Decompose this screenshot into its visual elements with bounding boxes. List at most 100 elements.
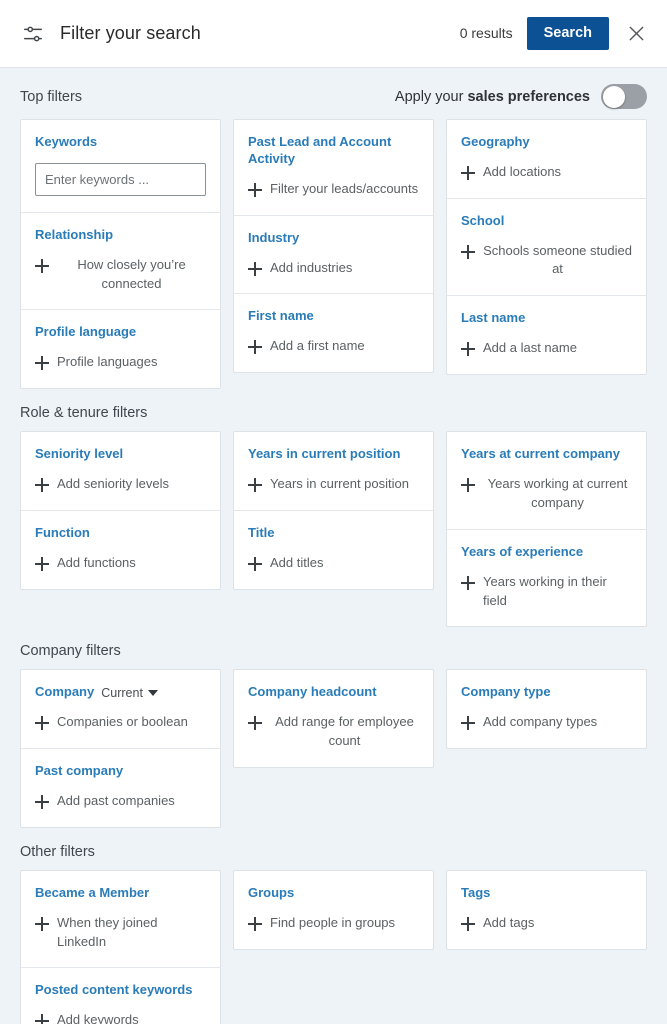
add-filter-row-past-company[interactable]: Add past companies <box>35 792 206 811</box>
filter-search-panel: Filter your search 0 results Search Top … <box>0 0 667 1024</box>
filter-column: Geography Add locations School Schools some… <box>446 119 647 376</box>
add-filter-row-title[interactable]: Add titles <box>248 554 419 573</box>
add-filter-row-posted-content-keywords[interactable]: Add keywords <box>35 1011 206 1024</box>
filter-card-title-years-of-experience[interactable]: Years of experience <box>461 544 632 561</box>
add-filter-label: Add keywords <box>57 1012 139 1024</box>
header-right-group: 0 results Search <box>459 16 649 51</box>
filter-card-title-profile-language[interactable]: Profile language <box>35 324 206 341</box>
plus-icon <box>35 258 49 273</box>
filter-card-title-geography[interactable]: Geography <box>461 134 632 151</box>
filter-card-title-years-at-current-company[interactable]: Years at current company <box>461 446 632 463</box>
filter-card-school: School Schools someone studied at <box>447 199 646 297</box>
plus-icon <box>35 716 49 731</box>
filter-card-title-past-lead-and-account-activity[interactable]: Past Lead and Account Activity <box>248 134 419 168</box>
add-filter-label: Find people in groups <box>270 914 396 930</box>
filter-card-title-function[interactable]: Function <box>35 525 206 542</box>
sales-preferences-label-bold: sales preferences <box>467 88 590 105</box>
add-filter-row-became-a-member[interactable]: When they joined LinkedIn <box>35 914 206 952</box>
plus-icon <box>35 1014 49 1024</box>
add-filter-label: Add industries <box>270 259 353 275</box>
add-filter-row-seniority-level[interactable]: Add seniority levels <box>35 475 206 494</box>
chevron-down-icon <box>147 689 158 696</box>
filter-card-title-relationship[interactable]: Relationship <box>35 227 206 244</box>
filter-card-title-posted-content-keywords[interactable]: Posted content keywords <box>35 982 206 999</box>
filter-card-tags: Tags Add tags <box>447 871 646 949</box>
filter-card-title-first-name[interactable]: First name <box>248 308 419 325</box>
add-filter-label: How closely you’re connected <box>77 256 186 291</box>
filter-card-past-lead-and-account-activity: Past Lead and Account Activity Filter you… <box>234 120 433 216</box>
add-filter-label: Add functions <box>57 554 136 570</box>
filter-grid: Became a Member When they joined LinkedIn… <box>20 869 647 1024</box>
filter-grid: Seniority level Add seniority levels Funct… <box>20 431 647 628</box>
add-filter-row-company-type[interactable]: Add company types <box>461 713 632 732</box>
filter-card-title-became-a-member[interactable]: Became a Member <box>35 885 206 902</box>
add-filter-row-groups[interactable]: Find people in groups <box>248 914 419 933</box>
filter-card-title-seniority-level[interactable]: Seniority level <box>35 446 206 463</box>
add-filter-label: Add range for employee count <box>275 714 414 749</box>
plus-icon <box>248 261 262 276</box>
company-scope-dropdown[interactable]: Current <box>101 685 158 701</box>
add-filter-row-profile-language[interactable]: Profile languages <box>35 353 206 372</box>
add-filter-row-industry[interactable]: Add industries <box>248 259 419 278</box>
add-filter-label: Add titles <box>270 554 324 570</box>
add-filter-label: Years in current position <box>270 476 409 492</box>
filter-card-last-name: Last name Add a last name <box>447 296 646 374</box>
sales-preferences-toggle[interactable] <box>601 84 647 109</box>
filter-card-company-type: Company type Add company types <box>447 670 646 748</box>
filter-card-title: Title Add titles <box>234 511 433 589</box>
plus-icon <box>461 916 475 931</box>
filter-card-posted-content-keywords: Posted content keywords Add keywords <box>21 968 220 1024</box>
add-filter-row-first-name[interactable]: Add a first name <box>248 337 419 356</box>
plus-icon <box>461 716 475 731</box>
section-title-other-filters: Other filters <box>20 843 95 860</box>
add-filter-row-company-headcount[interactable]: Add range for employee count <box>248 713 419 751</box>
filter-card-title-company-headcount[interactable]: Company headcount <box>248 684 419 701</box>
add-filter-row-past-lead-and-account-activity[interactable]: Filter your leads/accounts <box>248 180 419 199</box>
filter-grid: Keywords Relationship How closely you’re c… <box>20 119 647 390</box>
filter-card-title-keywords[interactable]: Keywords <box>35 134 206 151</box>
add-filter-label: Profile languages <box>57 354 158 370</box>
add-filter-row-function[interactable]: Add functions <box>35 554 206 573</box>
filter-card-title-years-in-current-position[interactable]: Years in current position <box>248 446 419 463</box>
filter-card-title-school[interactable]: School <box>461 213 632 230</box>
toggle-knob <box>602 85 625 108</box>
filter-card-title-company-type[interactable]: Company type <box>461 684 632 701</box>
filter-column: Became a Member When they joined LinkedIn… <box>20 869 221 1024</box>
company-scope-value: Current <box>101 685 143 700</box>
filter-card-company: Company Current Companies or boolean <box>21 670 220 750</box>
add-filter-row-tags[interactable]: Add tags <box>461 914 632 933</box>
filter-column: Company type Add company types <box>446 669 647 750</box>
filter-card-years-at-current-company: Years at current company Years working at… <box>447 432 646 530</box>
filter-card-title-last-name[interactable]: Last name <box>461 310 632 327</box>
add-filter-row-school[interactable]: Schools someone studied at <box>461 242 632 280</box>
filter-card-title-tags[interactable]: Tags <box>461 885 632 902</box>
filter-column: Company Current Companies or boolean Past c… <box>20 669 221 828</box>
add-filter-row-relationship[interactable]: How closely you’re connected <box>35 256 206 294</box>
filter-card-profile-language: Profile language Profile languages <box>21 310 220 388</box>
add-filter-row-geography[interactable]: Add locations <box>461 163 632 182</box>
section-title-company-filters: Company filters <box>20 643 121 660</box>
filter-card-title-past-company[interactable]: Past company <box>35 763 206 780</box>
filter-card-company-headcount: Company headcount Add range for employee … <box>234 670 433 767</box>
add-filter-row-years-of-experience[interactable]: Years working in their field <box>461 573 632 611</box>
filter-card-title-industry[interactable]: Industry <box>248 230 419 247</box>
plus-icon <box>35 478 49 493</box>
sales-preferences-label: Apply your sales preferences <box>395 89 590 105</box>
add-filter-row-years-at-current-company[interactable]: Years working at current company <box>461 475 632 513</box>
section-title-top-filters: Top filters <box>20 88 83 105</box>
close-icon[interactable] <box>623 20 649 46</box>
filter-card-title-groups[interactable]: Groups <box>248 885 419 902</box>
add-filter-label: Add seniority levels <box>57 476 169 492</box>
filter-card-title-company[interactable]: Company Current <box>35 684 206 701</box>
plus-icon <box>461 478 475 493</box>
add-filter-row-company[interactable]: Companies or boolean <box>35 713 206 732</box>
add-filter-label: Filter your leads/accounts <box>270 180 419 196</box>
keywords-input[interactable] <box>35 162 206 196</box>
search-button[interactable]: Search <box>526 16 609 51</box>
filter-card-title-title[interactable]: Title <box>248 525 419 542</box>
filter-card-keywords: Keywords <box>21 120 220 213</box>
add-filter-row-years-in-current-position[interactable]: Years in current position <box>248 475 419 494</box>
results-count: 0 results <box>459 25 513 42</box>
add-filter-row-last-name[interactable]: Add a last name <box>461 339 632 358</box>
plus-icon <box>35 794 49 809</box>
